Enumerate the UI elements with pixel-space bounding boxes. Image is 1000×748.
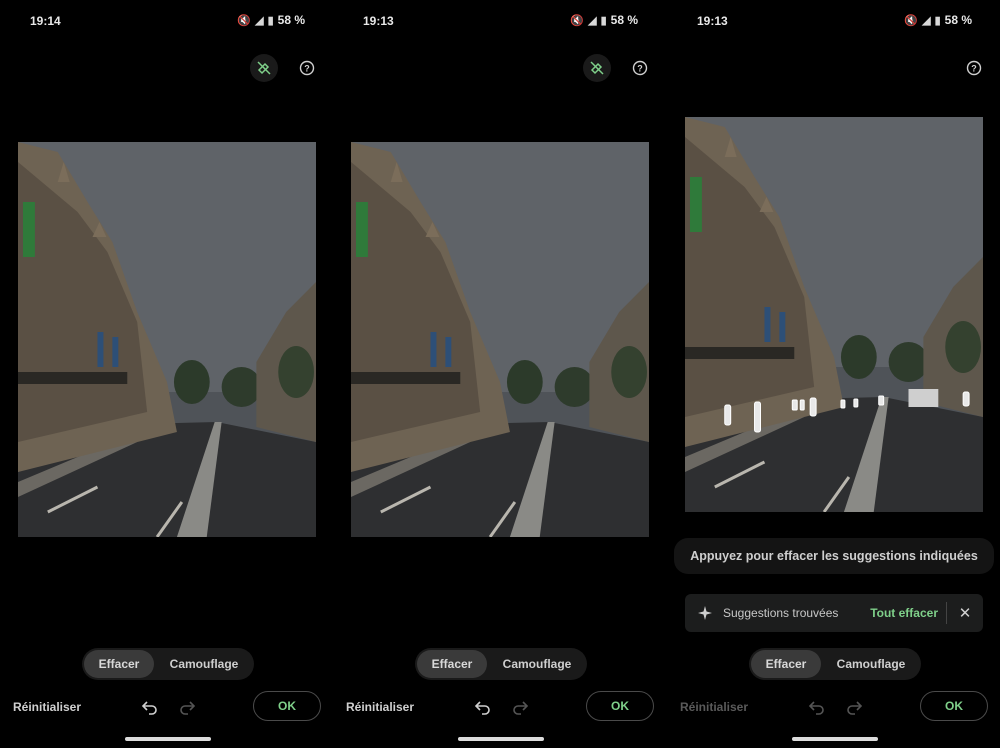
redo-icon[interactable] (178, 698, 196, 716)
help-icon: ? (299, 60, 315, 76)
status-icons: 🔇 ◢ ▮ 58 % (904, 13, 972, 27)
suggestion-person (809, 397, 817, 417)
ok-button[interactable]: OK (586, 691, 654, 721)
status-time: 19:13 (697, 14, 728, 28)
battery-level: 58 % (277, 13, 305, 27)
suggestions-bar: Suggestions trouvées Tout effacer ✕ (685, 594, 983, 632)
photo-canvas[interactable] (351, 142, 649, 537)
suggestion-person (962, 391, 970, 407)
ok-button[interactable]: OK (253, 691, 321, 721)
tab-erase[interactable]: Effacer (417, 650, 487, 678)
help-button[interactable]: ? (626, 54, 654, 82)
mute-icon: 🔇 (904, 14, 919, 27)
undo-icon[interactable] (474, 698, 492, 716)
reset-button[interactable]: Réinitialiser (13, 700, 81, 714)
battery-icon: ▮ (267, 14, 274, 27)
tab-camouflage[interactable]: Camouflage (487, 650, 587, 678)
status-icons: 🔇 ◢ ▮ 58 % (570, 13, 638, 27)
home-indicator[interactable] (458, 737, 544, 741)
suggestion-person (791, 399, 798, 411)
tool-toggle: Effacer Camouflage (415, 648, 587, 680)
suggestion-person (724, 404, 732, 426)
mute-icon: 🔇 (570, 14, 585, 27)
svg-text:?: ? (304, 64, 310, 74)
tab-camouflage[interactable]: Camouflage (821, 650, 921, 678)
svg-text:?: ? (971, 64, 977, 74)
battery-icon: ▮ (600, 14, 607, 27)
svg-text:?: ? (637, 64, 643, 74)
erase-all-button[interactable]: Tout effacer (870, 606, 938, 620)
status-time: 19:14 (30, 14, 61, 28)
suggestion-person (878, 395, 885, 406)
magic-eraser-off-button[interactable] (250, 54, 278, 82)
suggestions-label: Suggestions trouvées (723, 606, 839, 620)
signal-icon: ◢ (255, 14, 264, 27)
signal-icon: ◢ (588, 14, 597, 27)
tab-camouflage[interactable]: Camouflage (154, 650, 254, 678)
battery-level: 58 % (610, 13, 638, 27)
battery-icon: ▮ (934, 14, 941, 27)
tab-erase[interactable]: Effacer (84, 650, 154, 678)
redo-icon[interactable] (511, 698, 529, 716)
magic-eraser-off-button[interactable] (583, 54, 611, 82)
photo-canvas[interactable] (685, 117, 983, 512)
sparkle-icon (698, 606, 712, 620)
editor-screen-1: 19:14 🔇 ◢ ▮ 58 % ? Effacer Camouflage Ré… (0, 0, 333, 748)
undo-icon[interactable] (808, 698, 826, 716)
mute-icon: 🔇 (237, 14, 252, 27)
tab-erase[interactable]: Effacer (751, 650, 821, 678)
help-button[interactable]: ? (960, 54, 988, 82)
ok-button[interactable]: OK (920, 691, 988, 721)
reset-button[interactable]: Réinitialiser (346, 700, 414, 714)
suggestion-person (853, 398, 859, 408)
suggestion-person (840, 399, 846, 409)
magic-eraser-off-icon (590, 61, 604, 75)
help-icon: ? (632, 60, 648, 76)
tool-toggle: Effacer Camouflage (82, 648, 254, 680)
editor-screen-2: 19:13 🔇 ◢ ▮ 58 % ? Effacer Camouflage Ré… (333, 0, 666, 748)
editor-screen-3: 19:13 🔇 ◢ ▮ 58 % ? Appuyez pour effacer … (667, 0, 1000, 748)
close-icon[interactable]: ✕ (947, 604, 983, 622)
reset-button[interactable]: Réinitialiser (680, 700, 748, 714)
photo-canvas[interactable] (18, 142, 316, 537)
suggestion-vehicle (908, 389, 939, 407)
home-indicator[interactable] (125, 737, 211, 741)
undo-icon[interactable] (141, 698, 159, 716)
status-time: 19:13 (363, 14, 394, 28)
magic-eraser-off-icon (257, 61, 271, 75)
home-indicator[interactable] (792, 737, 878, 741)
help-button[interactable]: ? (293, 54, 321, 82)
signal-icon: ◢ (922, 14, 931, 27)
erase-suggestions-hint[interactable]: Appuyez pour effacer les suggestions ind… (674, 538, 994, 574)
redo-icon[interactable] (845, 698, 863, 716)
tool-toggle: Effacer Camouflage (749, 648, 921, 680)
battery-level: 58 % (944, 13, 972, 27)
status-icons: 🔇 ◢ ▮ 58 % (237, 13, 305, 27)
help-icon: ? (966, 60, 982, 76)
suggestion-person (799, 399, 805, 411)
suggestion-person (754, 401, 761, 433)
